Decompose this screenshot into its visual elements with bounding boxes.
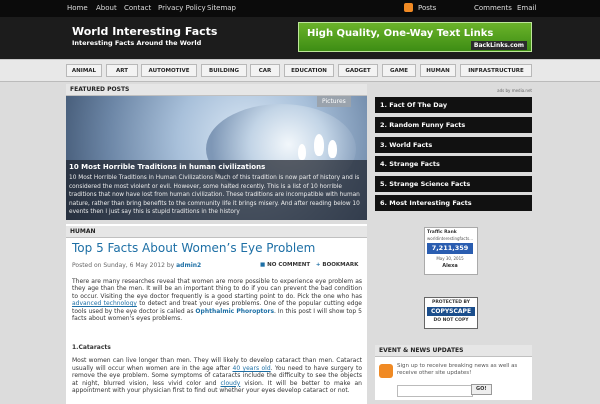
no-comment-link[interactable]: NO COMMENT bbox=[267, 262, 310, 268]
pictures-tag[interactable]: Pictures bbox=[317, 96, 351, 107]
events-signup-text: Sign up to receive breaking news as well… bbox=[397, 363, 518, 376]
comments-feed-link[interactable]: Comments bbox=[474, 4, 512, 12]
figure-image bbox=[328, 140, 337, 158]
sidebar-menu-label: 3. World Facts bbox=[380, 141, 433, 149]
category-automotive[interactable]: AUTOMOTIVE bbox=[141, 64, 197, 77]
featured-label: FEATURED POSTS bbox=[70, 86, 130, 93]
category-infrastructure[interactable]: INFRASTRUCTURE bbox=[460, 64, 532, 77]
post-paragraph-1: There are many researches reveal that wo… bbox=[72, 278, 362, 322]
post-paragraph-2: 1.Cataracts Most women can live longer t… bbox=[72, 344, 362, 394]
sidebar-menu-item[interactable]: 2. Random Funny Facts bbox=[375, 117, 532, 133]
category-art[interactable]: ART bbox=[106, 64, 138, 77]
banner-text: High Quality, One-Way Text Links bbox=[307, 28, 494, 39]
events-label: EVENT & NEWS UPDATES bbox=[379, 347, 464, 354]
bookmark-link[interactable]: BOOKMARK bbox=[322, 262, 358, 268]
post-actions: ■ NO COMMENT + BOOKMARK bbox=[260, 262, 359, 268]
featured-posts: FEATURED POSTS Pictures 10 Most Horrible… bbox=[66, 84, 367, 220]
events-widget: EVENT & NEWS UPDATES Sign up to receive … bbox=[375, 345, 532, 400]
ads-label: ads by media.net bbox=[497, 88, 532, 93]
nav-contact-link[interactable]: Contact bbox=[124, 4, 151, 12]
category-education[interactable]: EDUCATION bbox=[284, 64, 334, 77]
nav-about-link[interactable]: About bbox=[96, 4, 117, 12]
copyscape-line-1: PROTECTED BY bbox=[432, 300, 470, 305]
sidebar-menu-label: 1. Fact Of The Day bbox=[380, 101, 448, 109]
copyscape-badge[interactable]: PROTECTED BY COPYSCAPE DO NOT COPY bbox=[424, 297, 478, 329]
alexa-rank-widget[interactable]: Traffic Rank worldinterestingfacts... 7,… bbox=[424, 227, 478, 275]
featured-header: FEATURED POSTS bbox=[66, 84, 367, 96]
nav-privacy-link[interactable]: Privacy Policy bbox=[158, 4, 206, 12]
figure-image bbox=[314, 134, 324, 156]
sidebar-menu-item[interactable]: 6. Most Interesting Facts bbox=[375, 195, 532, 211]
cloudy-link[interactable]: cloudy bbox=[221, 380, 241, 387]
alexa-site: worldinterestingfacts... bbox=[427, 236, 474, 241]
post-author-link[interactable]: admin2 bbox=[176, 262, 201, 269]
rss-icon[interactable] bbox=[404, 3, 413, 12]
sidebar-menu-item[interactable]: 4. Strange Facts bbox=[375, 156, 532, 172]
alexa-brand: Alexa bbox=[442, 263, 458, 269]
sidebar-menu-label: 4. Strange Facts bbox=[380, 160, 440, 168]
sidebar-menu-label: 5. Strange Science Facts bbox=[380, 180, 471, 188]
figure-image bbox=[298, 144, 306, 160]
post-date: Posted on Sunday, 6 May 2012 by bbox=[72, 262, 175, 269]
copyscape-line-2: COPYSCAPE bbox=[427, 307, 475, 316]
category-animal[interactable]: ANIMAL bbox=[66, 64, 102, 77]
sidebar-menu-label: 2. Random Funny Facts bbox=[380, 121, 466, 129]
email-subscribe-input[interactable] bbox=[397, 385, 473, 397]
post-category-label[interactable]: HUMAN bbox=[70, 228, 96, 235]
featured-slide[interactable]: Pictures 10 Most Horrible Traditions in … bbox=[66, 96, 367, 220]
site-title[interactable]: World Interesting Facts bbox=[72, 25, 217, 38]
top-bar: Home About Contact Privacy Policy Sitema… bbox=[0, 0, 600, 17]
alexa-label: Traffic Rank bbox=[427, 230, 457, 235]
featured-caption: 10 Most Horrible Traditions in human civ… bbox=[66, 160, 367, 220]
banner-logo: BackLinks.com bbox=[470, 41, 527, 50]
events-header: EVENT & NEWS UPDATES bbox=[375, 345, 532, 357]
rss-icon[interactable] bbox=[379, 364, 393, 378]
post-category-header: HUMAN bbox=[66, 226, 367, 238]
category-game[interactable]: GAME bbox=[382, 64, 416, 77]
nav-home-link[interactable]: Home bbox=[67, 4, 88, 12]
post-title[interactable]: Top 5 Facts About Women’s Eye Problem bbox=[72, 241, 315, 255]
nav-sitemap-link[interactable]: Sitemap bbox=[207, 4, 236, 12]
featured-excerpt: 10 Most Horrible Traditions in Human Civ… bbox=[69, 175, 360, 216]
sidebar-menu-item[interactable]: 1. Fact Of The Day bbox=[375, 97, 532, 113]
category-building[interactable]: BUILDING bbox=[201, 64, 247, 77]
alexa-rank: 7,211,359 bbox=[427, 243, 473, 254]
sidebar-menu-label: 6. Most Interesting Facts bbox=[380, 199, 472, 207]
section-subheading: 1.Cataracts bbox=[72, 344, 111, 351]
category-car[interactable]: CAR bbox=[250, 64, 280, 77]
go-button[interactable]: GO! bbox=[471, 384, 492, 395]
category-gadget[interactable]: GADGET bbox=[338, 64, 378, 77]
copyscape-line-3: DO NOT COPY bbox=[433, 318, 469, 323]
sidebar-menu-item[interactable]: 3. World Facts bbox=[375, 137, 532, 153]
category-human[interactable]: HUMAN bbox=[420, 64, 456, 77]
forty-years-link[interactable]: 40 years old bbox=[233, 365, 271, 372]
backlinks-banner-ad[interactable]: High Quality, One-Way Text Links BackLin… bbox=[298, 22, 532, 52]
site-tagline: Interesting Facts Around the World bbox=[72, 39, 202, 47]
alexa-date: May 30, 2015 bbox=[436, 256, 464, 261]
featured-title[interactable]: 10 Most Horrible Traditions in human civ… bbox=[69, 163, 265, 171]
sidebar-menu-item[interactable]: 5. Strange Science Facts bbox=[375, 176, 532, 192]
paragraph-text: There are many researches reveal that wo… bbox=[72, 278, 362, 300]
post-meta: Posted on Sunday, 6 May 2012 by admin2 bbox=[72, 262, 201, 269]
post-article: HUMAN Top 5 Facts About Women’s Eye Prob… bbox=[66, 224, 367, 404]
advanced-technology-link[interactable]: advanced technology bbox=[72, 300, 137, 307]
ophthalmic-phoroptors-link[interactable]: Ophthalmic Phoroptors bbox=[195, 308, 274, 315]
category-nav: ANIMAL ART AUTOMOTIVE BUILDING CAR EDUCA… bbox=[0, 59, 600, 82]
posts-feed-link[interactable]: Posts bbox=[418, 4, 436, 12]
email-feed-link[interactable]: Email bbox=[517, 4, 536, 12]
